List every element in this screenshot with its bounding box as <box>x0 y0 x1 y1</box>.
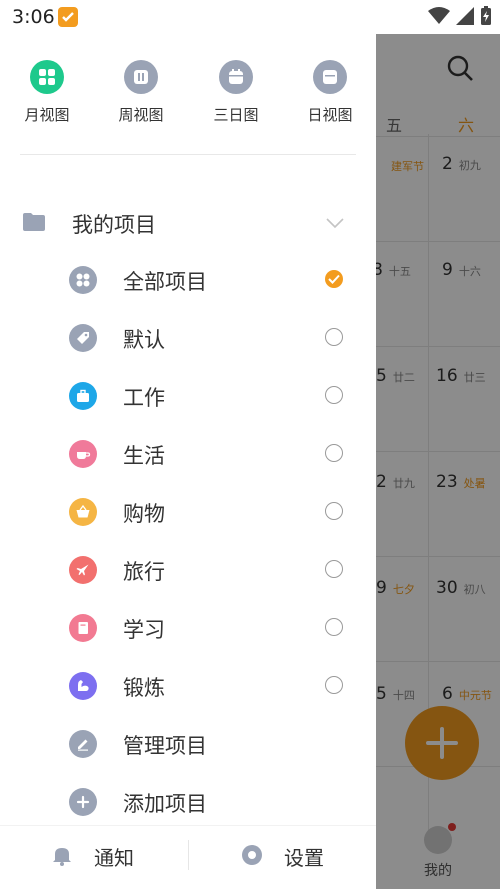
project-label: 添加项目 <box>123 792 207 816</box>
radio-icon[interactable] <box>325 386 343 404</box>
radio-icon[interactable] <box>325 560 343 578</box>
view-month[interactable]: 月视图 <box>7 60 87 125</box>
edit-icon <box>69 730 97 758</box>
briefcase-icon <box>69 382 97 410</box>
divider <box>188 840 189 870</box>
project-exercise[interactable]: 锻炼 <box>0 657 376 715</box>
project-life[interactable]: 生活 <box>0 425 376 483</box>
cup-icon <box>69 440 97 468</box>
project-label: 学习 <box>123 618 165 642</box>
apps-icon <box>69 266 97 294</box>
project-label: 默认 <box>123 328 165 352</box>
project-shopping[interactable]: 购物 <box>0 483 376 541</box>
plane-icon <box>69 556 97 584</box>
radio-icon[interactable] <box>325 618 343 636</box>
book-icon <box>69 614 97 642</box>
tag-icon <box>69 324 97 352</box>
navigation-drawer: 月视图 周视图 三日图 日视图 我的项目 全部项目 默认 工作 生活 购物 旅行… <box>0 34 376 890</box>
battery-icon <box>480 6 492 30</box>
add-project[interactable]: 添加项目 <box>0 773 376 831</box>
project-study[interactable]: 学习 <box>0 599 376 657</box>
view-day-label: 日视图 <box>307 106 353 124</box>
radio-icon[interactable] <box>325 328 343 346</box>
project-label: 管理项目 <box>123 734 207 758</box>
drawer-scrim[interactable] <box>376 34 500 889</box>
view-month-label: 月视图 <box>24 106 70 124</box>
status-time: 3:06 <box>12 6 55 28</box>
project-all[interactable]: 全部项目 <box>0 251 376 309</box>
view-day[interactable]: 日视图 <box>290 60 370 125</box>
plus-icon <box>69 788 97 816</box>
wifi-icon <box>428 7 450 29</box>
radio-icon[interactable] <box>325 676 343 694</box>
my-projects-title: 我的项目 <box>72 213 156 237</box>
my-projects-header[interactable]: 我的项目 <box>0 204 376 244</box>
three-day-icon <box>219 60 253 94</box>
day-icon <box>313 60 347 94</box>
notify-label: 通知 <box>94 846 134 870</box>
view-three-day[interactable]: 三日图 <box>196 60 276 125</box>
project-default[interactable]: 默认 <box>0 309 376 367</box>
bell-icon <box>50 843 74 871</box>
chevron-down-icon[interactable] <box>325 214 345 233</box>
radio-icon[interactable] <box>325 502 343 520</box>
gear-icon <box>240 843 264 871</box>
project-label: 生活 <box>123 444 165 468</box>
project-work[interactable]: 工作 <box>0 367 376 425</box>
view-week-label: 周视图 <box>118 106 164 124</box>
project-label: 锻炼 <box>123 676 165 700</box>
basket-icon <box>69 498 97 526</box>
grid-icon <box>30 60 64 94</box>
manage-projects[interactable]: 管理项目 <box>0 715 376 773</box>
project-label: 全部项目 <box>123 270 207 294</box>
week-icon <box>124 60 158 94</box>
view-three-day-label: 三日图 <box>213 106 259 124</box>
muscle-icon <box>69 672 97 700</box>
settings-label: 设置 <box>284 846 324 870</box>
app-notification-icon <box>58 7 78 27</box>
divider <box>20 154 356 155</box>
project-label: 购物 <box>123 502 165 526</box>
project-label: 工作 <box>123 386 165 410</box>
project-label: 旅行 <box>123 560 165 584</box>
drawer-bottom-bar: 通知 设置 <box>0 825 376 890</box>
checked-radio-icon[interactable] <box>325 270 343 288</box>
view-week[interactable]: 周视图 <box>101 60 181 125</box>
signal-icon <box>456 7 474 29</box>
settings-button[interactable]: 设置 <box>240 842 324 871</box>
radio-icon[interactable] <box>325 444 343 462</box>
project-travel[interactable]: 旅行 <box>0 541 376 599</box>
notify-button[interactable]: 通知 <box>50 842 134 871</box>
status-bar: 3:06 <box>0 0 500 34</box>
folder-icon <box>22 212 46 236</box>
